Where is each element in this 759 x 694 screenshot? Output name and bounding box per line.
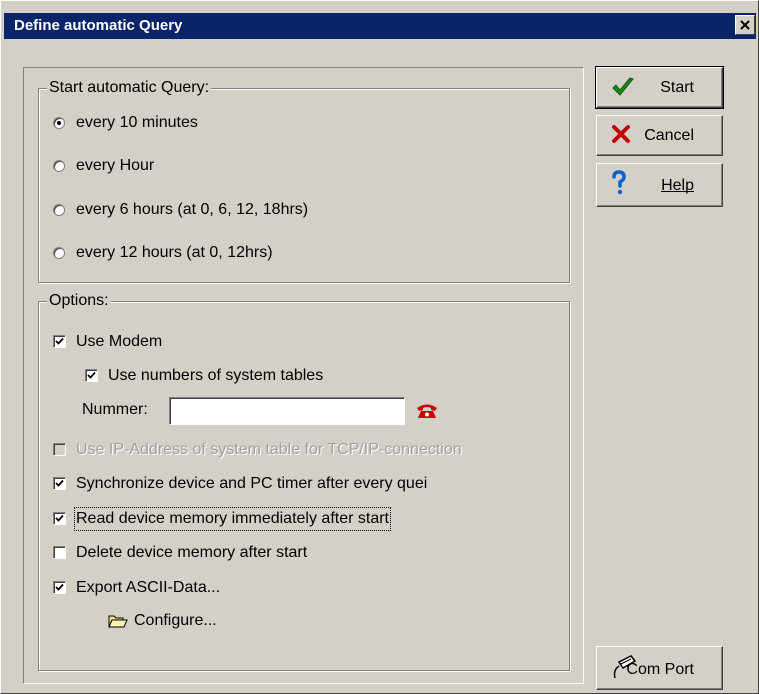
radio-button[interactable] [53, 160, 65, 172]
radio-button[interactable] [53, 247, 65, 259]
help-label: Help [661, 177, 694, 194]
radio-button[interactable] [53, 117, 65, 129]
checkmark-icon [87, 371, 96, 379]
start-button[interactable]: Start [595, 66, 724, 109]
question-icon [611, 170, 627, 201]
checkmark-icon [611, 76, 635, 103]
checkmark-icon [55, 337, 64, 345]
start-query-legend: Start automatic Query: [47, 79, 212, 97]
cancel-button[interactable]: Cancel [596, 115, 723, 156]
configure-label: Configure... [134, 612, 217, 629]
use-numbers-checkbox[interactable] [85, 369, 98, 382]
radio-button[interactable] [53, 204, 65, 216]
use-modem-label: Use Modem [76, 333, 163, 350]
use-ip-label: Use IP-Address of system table for TCP/I… [76, 441, 462, 458]
export-ascii-label: Export ASCII-Data... [76, 579, 221, 596]
checkmark-icon [55, 514, 64, 522]
checkmark-icon [55, 583, 64, 591]
radio-label: every 10 minutes [76, 114, 198, 131]
close-button[interactable] [735, 15, 755, 35]
phone-icon[interactable] [415, 403, 439, 424]
close-icon [739, 18, 751, 35]
window-title: Define automatic Query [14, 17, 183, 34]
sync-label: Synchronize device and PC timer after ev… [76, 475, 428, 492]
use-ip-checkbox [53, 443, 66, 456]
nummer-input[interactable] [169, 397, 405, 425]
red-x-icon [611, 124, 631, 149]
radio-selected-dot [57, 121, 61, 125]
options-legend: Options: [47, 292, 111, 310]
dialog-window: Define automatic Query Start automatic Q… [0, 0, 759, 694]
use-numbers-label: Use numbers of system tables [108, 367, 324, 384]
com-port-label: Com Port [626, 661, 694, 678]
title-bar[interactable]: Define automatic Query [4, 13, 756, 39]
radio-label: every Hour [76, 157, 155, 174]
checkmark-icon [55, 479, 64, 487]
nummer-label: Nummer: [82, 401, 148, 418]
folder-open-icon [108, 614, 128, 635]
export-ascii-checkbox[interactable] [53, 581, 66, 594]
read-memory-label: Read device memory immediately after sta… [74, 507, 391, 531]
radio-label: every 6 hours (at 0, 6, 12, 18hrs) [76, 201, 309, 218]
delete-memory-label: Delete device memory after start [76, 544, 308, 561]
help-button[interactable]: Help [596, 163, 723, 207]
radio-label: every 12 hours (at 0, 12hrs) [76, 244, 273, 261]
com-port-button[interactable]: Com Port [596, 646, 723, 690]
start-label: Start [660, 79, 694, 96]
read-memory-checkbox[interactable] [53, 512, 66, 525]
use-modem-checkbox[interactable] [53, 335, 66, 348]
cancel-label: Cancel [644, 127, 694, 144]
delete-memory-checkbox[interactable] [53, 546, 66, 559]
sync-checkbox[interactable] [53, 477, 66, 490]
